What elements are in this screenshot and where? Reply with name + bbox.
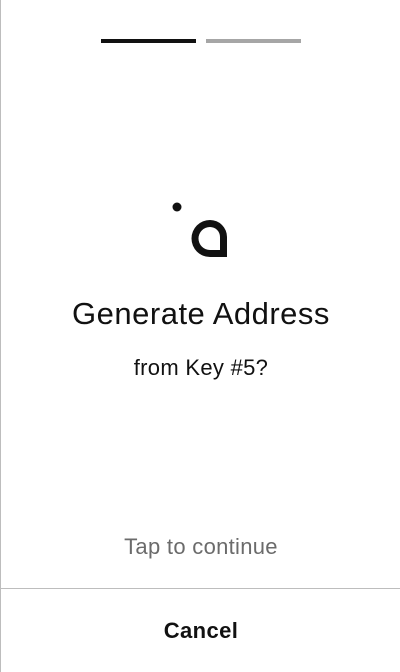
app-logo-icon (172, 202, 227, 257)
dialog-title: Generate Address (72, 296, 330, 331)
progress-step-2-inactive (206, 39, 301, 43)
step-progress-indicator (101, 39, 301, 43)
tap-to-continue-hint[interactable]: Tap to continue (1, 534, 400, 560)
dialog-subtitle: from Key #5? (133, 355, 269, 380)
generate-address-screen[interactable]: Generate Address from Key #5? Tap to con… (0, 0, 400, 672)
cancel-button[interactable]: Cancel (1, 589, 400, 672)
progress-step-1-active (101, 39, 196, 43)
